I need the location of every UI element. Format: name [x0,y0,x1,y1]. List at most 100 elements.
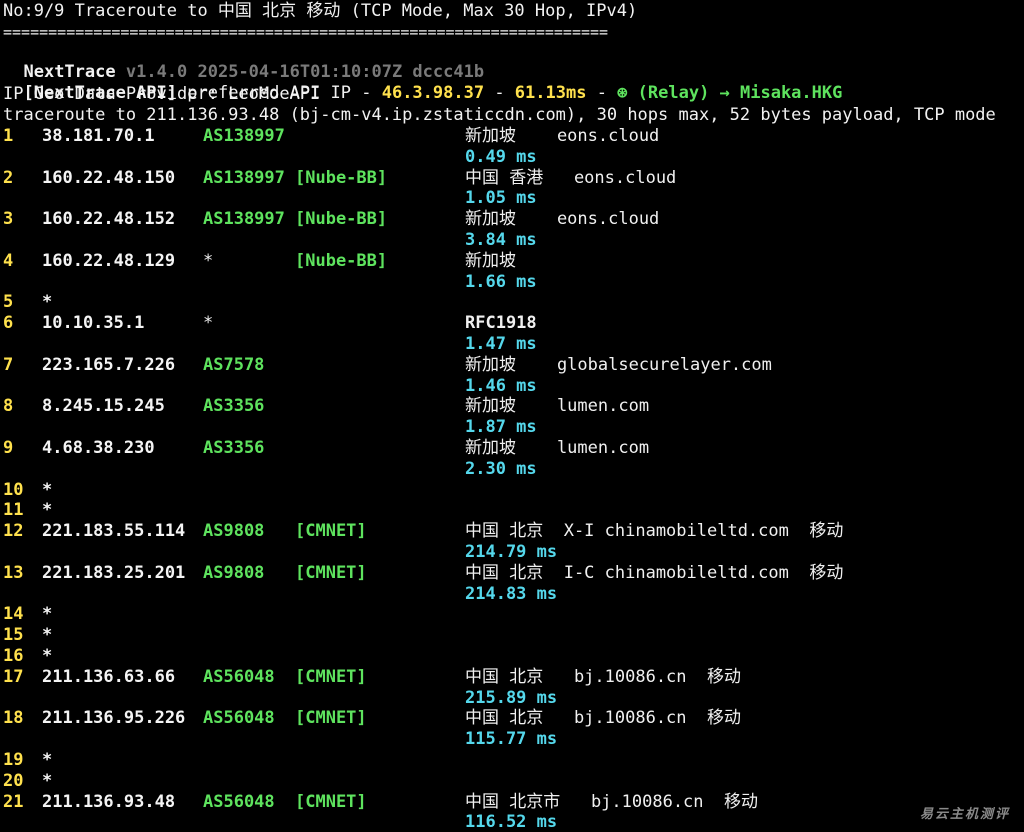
hop-rtt: 214.83 ms [465,583,558,604]
hop-ip: 10.10.35.1 [42,313,145,334]
hop-network-tag: [CMNET] [295,521,367,542]
hop-ip: * [42,500,53,521]
hop-number: 8 [3,396,14,417]
hop-rtt: 116.52 ms [465,812,558,832]
hop-rtt: 0.49 ms [465,146,537,167]
hop-number: 17 [3,666,24,687]
geo-provider-line: IP Geo Data Provider: LeoMoeAPI [3,84,321,104]
traceroute-line: traceroute to 211.136.93.48 (bj-cm-v4.ip… [3,105,996,125]
separator-line: ========================================… [3,23,609,41]
hop-number: 5 [3,292,14,313]
api-ip: 46.3.98.37 [381,83,485,103]
hop-ip: * [42,750,53,770]
hop-rtt: 1.87 ms [465,417,537,438]
hop-rtt: 215.89 ms [465,687,558,708]
hop-geo: 新加坡 eons.cloud [465,209,660,230]
hop-network-tag: [CMNET] [295,791,367,812]
hop-number: 21 [3,791,24,812]
hop-number: 6 [3,313,14,334]
hop-ip: 160.22.48.152 [42,209,176,230]
hop-number: 7 [3,354,14,375]
hop-ip: 221.183.55.114 [42,521,186,542]
hop-asn: AS7578 [203,354,265,375]
api-latency: 61.13ms [514,83,587,103]
hop-rtt: 2.30 ms [465,458,537,479]
hop-rtt: 1.66 ms [465,271,537,292]
hop-network-tag: [Nube-BB] [295,250,388,271]
api-dash-2: - [586,83,618,103]
hop-network-tag: [CMNET] [295,562,367,583]
hop-number: 14 [3,604,24,625]
hop-number: 2 [3,167,14,188]
hop-geo: 新加坡 lumen.com [465,396,650,417]
hop-ip: 38.181.70.1 [42,126,155,146]
hop-ip: 211.136.93.48 [42,791,176,812]
hop-asn: AS56048 [203,791,275,812]
version-line: NextTrace v1.4.0 2025-04-16T01:10:07Z dc… [3,42,484,82]
hop-network-tag: [CMNET] [295,666,367,687]
api-dash-1: - [484,83,515,103]
hop-asn: AS138997 [203,126,285,146]
hop-ip: * [42,479,53,500]
hop-geo: 新加坡 eons.cloud [465,126,660,146]
hop-rtt: 3.84 ms [465,229,537,250]
hop-asn: AS9808 [203,562,265,583]
hop-rtt: 115.77 ms [465,729,558,750]
hop-ip: 211.136.63.66 [42,666,176,687]
relay-text: (Relay) → Misaka.HKG [627,83,843,103]
hop-network-tag: [Nube-BB] [295,209,388,230]
hop-geo: 中国 北京 X-I chinamobileltd.com 移动 [465,521,844,542]
hop-number: 12 [3,521,24,542]
hop-number: 13 [3,562,24,583]
hop-ip: * [42,604,53,625]
hop-rtt: 1.05 ms [465,188,537,209]
hop-ip: * [42,646,53,666]
hop-geo: 新加坡 [465,250,516,271]
hop-ip: 8.245.15.245 [42,396,165,417]
hop-geo: RFC1918 [465,313,537,334]
hop-network-tag: [Nube-BB] [295,167,388,188]
hop-asn: AS56048 [203,666,275,687]
hop-number: 20 [3,770,24,791]
hop-ip: 221.183.25.201 [42,562,186,583]
hop-geo: 新加坡 lumen.com [465,438,650,458]
hop-geo: 中国 北京市 bj.10086.cn 移动 [465,791,758,812]
hop-number: 11 [3,500,24,521]
hop-geo: 中国 北京 bj.10086.cn 移动 [465,708,741,729]
watermark: 易云主机测评 [919,807,1010,822]
hop-ip: * [42,625,53,646]
hop-number: 3 [3,209,14,230]
trace-title: No:9/9 Traceroute to 中国 北京 移动 (TCP Mode,… [3,1,638,21]
hop-asn: AS56048 [203,708,275,729]
hop-number: 9 [3,438,14,458]
hop-asn: AS138997 [203,209,285,230]
hop-number: 10 [3,479,24,500]
hop-ip: * [42,770,53,791]
hop-geo: 中国 北京 I-C chinamobileltd.com 移动 [465,562,844,583]
hop-rtt: 1.46 ms [465,375,537,396]
hop-number: 16 [3,646,24,666]
hop-ip: 4.68.38.230 [42,438,155,458]
api-line: [NextTrace API] preferred API IP - 46.3.… [3,63,842,103]
hop-rtt: 214.79 ms [465,541,558,562]
hop-ip: 211.136.95.226 [42,708,186,729]
hop-number: 4 [3,250,14,271]
hop-number: 19 [3,750,24,770]
hop-geo: 中国 香港 eons.cloud [465,167,677,188]
hop-asn: AS3356 [203,396,265,417]
hop-asn: * [203,313,214,334]
hop-number: 15 [3,625,24,646]
relay-icon: ⊛ [617,83,628,103]
hop-ip: 160.22.48.150 [42,167,176,188]
hop-network-tag: [CMNET] [295,708,367,729]
hop-asn: AS138997 [203,167,285,188]
hop-number: 18 [3,708,24,729]
hop-asn: AS9808 [203,521,265,542]
hop-rtt: 1.47 ms [465,333,537,354]
hop-geo: 新加坡 globalsecurelayer.com [465,354,772,375]
hop-ip: 160.22.48.129 [42,250,176,271]
hop-ip: 223.165.7.226 [42,354,176,375]
hop-asn: * [203,250,214,271]
hop-geo: 中国 北京 bj.10086.cn 移动 [465,666,741,687]
hop-number: 1 [3,126,14,146]
